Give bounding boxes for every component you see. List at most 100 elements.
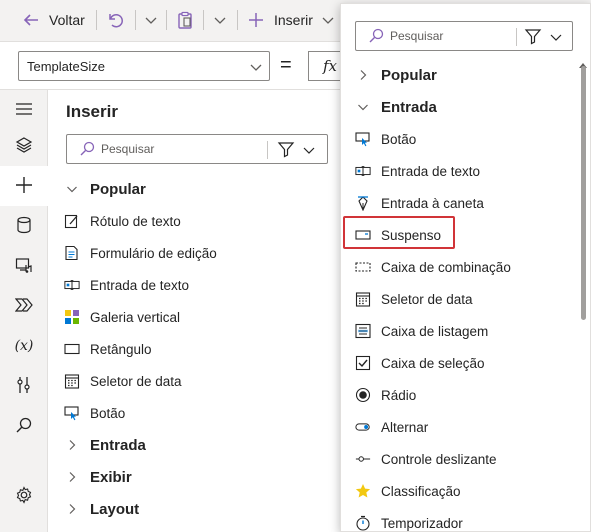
list-item[interactable]: Rádio: [355, 379, 416, 411]
paste-menu-button[interactable]: [213, 0, 227, 40]
list-item[interactable]: Seletor de data: [64, 365, 182, 397]
list-item[interactable]: Temporizador: [355, 507, 463, 531]
item-label: Caixa de listagem: [381, 323, 489, 339]
media-icon: [15, 256, 33, 277]
list-box-icon: [355, 323, 371, 339]
group-entrada[interactable]: Entrada: [66, 429, 146, 461]
gear-icon: [15, 485, 33, 507]
tools-icon: [16, 376, 32, 397]
rating-star-icon: [355, 483, 371, 499]
button-icon: [355, 131, 371, 147]
toggle-icon: [355, 419, 371, 435]
insert-button[interactable]: Inserir: [248, 0, 335, 40]
pane-search-input[interactable]: Pesquisar: [66, 134, 328, 164]
hamburger-menu-button[interactable]: [0, 90, 48, 130]
group-label: Popular: [381, 66, 437, 84]
list-item[interactable]: Controle deslizante: [355, 443, 497, 475]
group-label: Entrada: [381, 98, 437, 116]
data-button[interactable]: [0, 206, 48, 246]
list-item[interactable]: Caixa de combinação: [355, 251, 511, 283]
slider-icon: [355, 451, 371, 467]
edit-form-icon: [64, 245, 80, 261]
chevron-down-icon: [144, 13, 158, 27]
item-label: Seletor de data: [90, 373, 182, 389]
item-label: Entrada de texto: [381, 163, 481, 179]
toolbar-divider: [237, 10, 238, 30]
list-item[interactable]: Galeria vertical: [64, 301, 180, 333]
item-label: Rádio: [381, 387, 417, 403]
item-label: Classificação: [381, 483, 461, 499]
back-button[interactable]: Voltar: [22, 0, 85, 40]
chevron-right-icon: [357, 69, 369, 81]
button-icon: [64, 405, 80, 421]
property-dropdown[interactable]: TemplateSize: [18, 51, 270, 81]
insert-dropdown-menu: Pesquisar Popular Entrada Botão Entrada …: [340, 3, 591, 532]
item-label: Formulário de edição: [90, 245, 217, 261]
list-item[interactable]: Caixa de listagem: [355, 315, 488, 347]
list-item[interactable]: Formulário de edição: [64, 237, 217, 269]
date-picker-icon: [355, 291, 371, 307]
list-item[interactable]: Caixa de seleção: [355, 347, 485, 379]
left-rail: (x): [0, 90, 48, 532]
paste-button[interactable]: [176, 0, 194, 40]
filter-icon[interactable]: [277, 140, 295, 161]
chevron-down-icon[interactable]: [303, 144, 315, 159]
text-input-icon: [64, 277, 80, 293]
scrollbar-thumb[interactable]: [581, 66, 586, 320]
list-item[interactable]: Botão: [64, 397, 125, 429]
power-automate-button[interactable]: [0, 286, 48, 326]
fx-label: fx: [323, 57, 338, 75]
filter-icon[interactable]: [524, 27, 542, 48]
list-item[interactable]: Entrada à caneta: [355, 187, 484, 219]
popup-search-input[interactable]: Pesquisar: [355, 21, 573, 51]
item-label: Botão: [381, 131, 417, 147]
search-icon: [16, 417, 32, 436]
settings-button[interactable]: [0, 476, 48, 516]
list-item[interactable]: Alternar: [355, 411, 428, 443]
list-item[interactable]: Botão: [355, 123, 416, 155]
list-item[interactable]: Entrada de texto: [64, 269, 189, 301]
group-label: Exibir: [90, 468, 132, 486]
hamburger-icon: [15, 102, 33, 119]
group-label: Entrada: [90, 436, 146, 454]
item-label: Seletor de data: [381, 291, 473, 307]
tree-view-button[interactable]: [0, 126, 48, 166]
group-exibir[interactable]: Exibir: [66, 461, 132, 493]
undo-menu-button[interactable]: [144, 0, 158, 40]
chevron-right-icon: [66, 503, 78, 515]
property-value: TemplateSize: [27, 58, 106, 74]
list-item[interactable]: Entrada de texto: [355, 155, 480, 187]
plus-icon: [15, 176, 33, 197]
list-item[interactable]: Retângulo: [64, 333, 152, 365]
vertical-gallery-icon: [64, 309, 80, 325]
text-label-icon: [64, 213, 80, 229]
group-layout[interactable]: Layout: [66, 493, 139, 525]
chevron-down-icon: [66, 183, 78, 195]
undo-button[interactable]: [106, 0, 124, 40]
pane-title: Inserir: [66, 102, 118, 121]
item-label: Caixa de seleção: [381, 355, 485, 371]
group-entrada[interactable]: Entrada: [357, 91, 437, 123]
list-item[interactable]: Seletor de data: [355, 283, 473, 315]
toolbar-divider: [135, 10, 136, 30]
toolbar-divider: [203, 10, 204, 30]
list-item[interactable]: Rótulo de texto: [64, 205, 181, 237]
insert-rail-button[interactable]: [0, 166, 48, 206]
advanced-tools-button[interactable]: [0, 366, 48, 406]
radio-icon: [355, 387, 371, 403]
search-rail-button[interactable]: [0, 406, 48, 446]
item-label: Retângulo: [90, 341, 152, 357]
back-label: Voltar: [49, 12, 85, 28]
pen-input-icon: [355, 195, 371, 211]
chevron-down-icon: [249, 60, 263, 77]
list-item[interactable]: Classificação: [355, 475, 461, 507]
search-icon: [368, 28, 384, 44]
back-arrow-icon: [22, 11, 40, 29]
group-popular[interactable]: Popular: [357, 59, 437, 91]
variables-icon: (x): [14, 338, 34, 354]
variables-button[interactable]: (x): [0, 326, 48, 366]
checkbox-icon: [355, 355, 371, 371]
group-popular[interactable]: Popular: [66, 173, 146, 205]
chevron-down-icon[interactable]: [550, 31, 562, 46]
media-button[interactable]: [0, 246, 48, 286]
